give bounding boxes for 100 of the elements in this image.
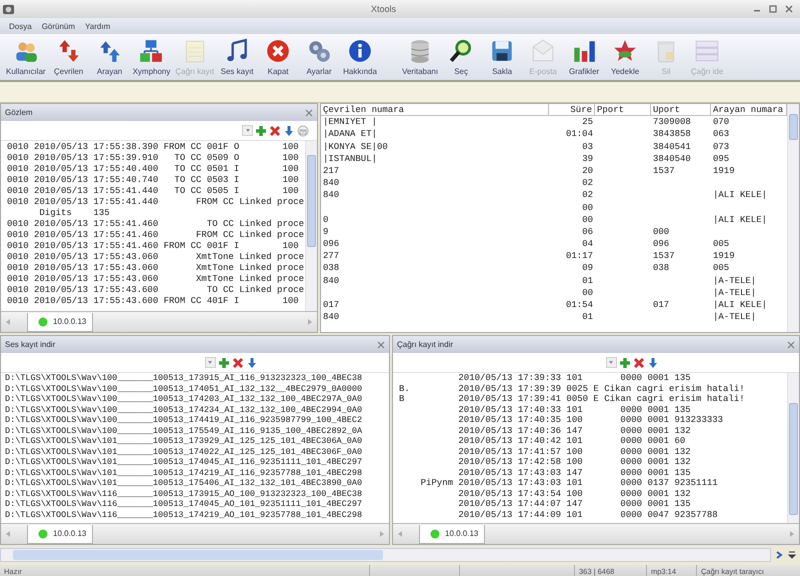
delete-icon[interactable] bbox=[632, 356, 644, 368]
log-line: PiPynm 2010/05/13 17:43:03 101 0000 0137 92351111 bbox=[420, 478, 719, 488]
table-cell: |A-TELE| bbox=[713, 288, 756, 298]
table-cell: |ISTANBUL| bbox=[323, 154, 378, 164]
envelope-icon bbox=[530, 38, 556, 64]
table-cell: 095 bbox=[713, 154, 730, 164]
toolbar-button[interactable]: Ayarlar bbox=[299, 34, 340, 80]
log-line: 0010 2010/05/13 17:55:41.440 FROM CC Linked proce bbox=[7, 197, 305, 208]
close-icon[interactable] bbox=[784, 4, 794, 14]
connection-tab[interactable]: 10.0.0.13 bbox=[419, 524, 486, 544]
log-line: 2010/05/13 17:44:07 147 0000 0001 135 bbox=[457, 499, 692, 510]
table-cell: 39 bbox=[582, 154, 593, 164]
envelope-icon[interactable] bbox=[297, 124, 309, 136]
toolbar-button[interactable]: Ses kayıt bbox=[217, 34, 258, 80]
dropdown-field[interactable] bbox=[242, 125, 253, 136]
table-cell: 03 bbox=[582, 142, 593, 152]
log-line: 0010 2010/05/13 17:55:41.460 FROM CC Linked proce bbox=[7, 230, 305, 241]
toolbar-button[interactable]: Sakla bbox=[482, 34, 522, 80]
log-line: D:\TLGS\XTOOLS\Wav\101_______100513_174219_AI_116_92357788_101_4BEC298 bbox=[5, 468, 364, 478]
log-line: 0010 2010/05/13 17:55:43.060 XmtTone Linked proce bbox=[7, 274, 305, 285]
menu-item[interactable]: Dosya bbox=[6, 20, 35, 32]
table-cell: 017 bbox=[323, 300, 340, 310]
log-line: B 2010/05/13 17:39:41 0050 E Cikan cagri erisim hatali! bbox=[399, 394, 746, 404]
table-cell: 038 bbox=[323, 263, 340, 274]
log-line: 0010 2010/05/13 17:55:43.060 XmtTone Linked proce bbox=[7, 263, 305, 274]
column-header[interactable]: Çevrilen numara bbox=[321, 104, 549, 116]
log-line: 0010 2010/05/13 17:55:40.740 TO CC 0503 I 100 bbox=[7, 175, 300, 186]
right-arrow-icon[interactable] bbox=[379, 530, 385, 538]
dropdown-field[interactable] bbox=[204, 357, 216, 368]
chevron-right-icon[interactable] bbox=[774, 550, 784, 560]
menu-item[interactable]: Yardım bbox=[82, 20, 114, 32]
table-cell: 09 bbox=[582, 263, 593, 274]
table-cell: 3843858 bbox=[653, 129, 691, 140]
vertical-scrollbar[interactable] bbox=[787, 104, 799, 332]
toolbar-button[interactable]: Grafikler bbox=[564, 34, 604, 80]
column-header[interactable]: Pport bbox=[595, 104, 651, 116]
table-cell: 01 bbox=[582, 276, 593, 286]
table-cell: 005 bbox=[713, 239, 730, 250]
close-icon[interactable] bbox=[305, 108, 313, 116]
table-cell: 000 bbox=[653, 226, 670, 237]
close-icon[interactable] bbox=[377, 340, 385, 348]
table-cell: |A-TELE| bbox=[713, 312, 756, 322]
horizontal-scrollbar[interactable] bbox=[0, 548, 771, 562]
table-cell: 3840540 bbox=[653, 154, 691, 164]
vertical-scrollbar[interactable] bbox=[305, 141, 317, 311]
dropdown-arrow-icon[interactable] bbox=[787, 550, 797, 560]
connection-tab[interactable]: 10.0.0.13 bbox=[27, 312, 94, 332]
log-line: 2010/05/13 17:40:35 100 0000 0001 913233333 bbox=[457, 415, 724, 426]
column-header[interactable]: Uport bbox=[651, 104, 711, 116]
panel-title: Gözlem bbox=[5, 108, 33, 117]
panel-title: Çağrı kayıt indir bbox=[397, 340, 454, 349]
down-arrow-icon[interactable] bbox=[646, 356, 658, 368]
down-arrow-icon[interactable] bbox=[283, 124, 295, 136]
log-line: 2010/05/13 17:42:58 100 0000 0001 132 bbox=[457, 457, 692, 468]
table-cell: |ALI KELE| bbox=[713, 214, 768, 225]
table-cell: 01:04 bbox=[566, 129, 593, 140]
table-cell: 063 bbox=[713, 129, 730, 140]
log-line: 0010 2010/05/13 17:55:43.600 FROM CC 401F I 100 bbox=[7, 296, 300, 307]
toolbar-button[interactable]: Seç bbox=[441, 34, 482, 80]
toolbar-button[interactable]: Kullanıcılar bbox=[4, 34, 48, 80]
down-arrow-icon[interactable] bbox=[246, 356, 258, 368]
table-cell: 073 bbox=[713, 142, 730, 152]
menu-item[interactable]: Görünüm bbox=[38, 20, 78, 32]
toolbar-button[interactable]: Kapat bbox=[258, 34, 298, 80]
toolbar-button[interactable]: Xymphony bbox=[130, 34, 172, 80]
app-icon bbox=[2, 2, 15, 16]
vertical-scrollbar[interactable] bbox=[787, 373, 799, 523]
delete-icon[interactable] bbox=[232, 356, 244, 368]
toolbar-button[interactable]: Çevrilen bbox=[48, 34, 89, 80]
close-icon bbox=[265, 38, 292, 64]
log-line: 2010/05/13 17:43:03 147 0000 0001 135 bbox=[457, 468, 692, 478]
toolbar-button[interactable]: Veritabanı bbox=[400, 34, 440, 80]
close-icon[interactable] bbox=[787, 340, 795, 348]
right-arrow-icon[interactable] bbox=[789, 530, 795, 538]
toolbar-button[interactable]: Yedekle bbox=[605, 34, 646, 80]
maximize-icon[interactable] bbox=[768, 4, 778, 14]
dropdown-field[interactable] bbox=[606, 357, 616, 368]
table-cell: 096 bbox=[653, 239, 670, 250]
status-dot-icon bbox=[38, 316, 48, 326]
table-cell: 1537 bbox=[653, 166, 675, 176]
panel-title: Ses kayıt indir bbox=[5, 340, 56, 349]
table-cell: 3840541 bbox=[653, 142, 691, 152]
log-line: D:\TLGS\XTOOLS\Wav\101_______100513_174045_AI_116_92351111_101_4BEC297 bbox=[5, 457, 364, 468]
plus-icon[interactable] bbox=[255, 124, 267, 136]
left-arrow-icon[interactable] bbox=[397, 530, 403, 538]
log-line: D:\TLGS\XTOOLS\Wav\100_______100513_174051_AI_132_132__4BEC2979_0A0000 bbox=[5, 384, 364, 394]
log-line: 0010 2010/05/13 17:55:41.460 TO CC Linked proce bbox=[7, 219, 305, 230]
left-arrow-icon[interactable] bbox=[5, 318, 11, 326]
delete-icon[interactable] bbox=[269, 124, 281, 136]
plus-icon[interactable] bbox=[618, 356, 630, 368]
column-header[interactable]: Süre bbox=[549, 104, 595, 116]
toolbar-button[interactable]: Hakkında bbox=[340, 34, 380, 80]
table-cell: 277 bbox=[323, 251, 340, 262]
right-arrow-icon[interactable] bbox=[307, 318, 313, 326]
log-line: 2010/05/13 17:40:33 101 0000 0001 135 bbox=[457, 404, 692, 415]
connection-tab[interactable]: 10.0.0.13 bbox=[27, 524, 94, 544]
plus-icon[interactable] bbox=[218, 356, 230, 368]
toolbar-button[interactable]: Arayan bbox=[90, 34, 130, 80]
log-line: Digits 135 bbox=[38, 208, 111, 219]
left-arrow-icon[interactable] bbox=[5, 530, 11, 538]
